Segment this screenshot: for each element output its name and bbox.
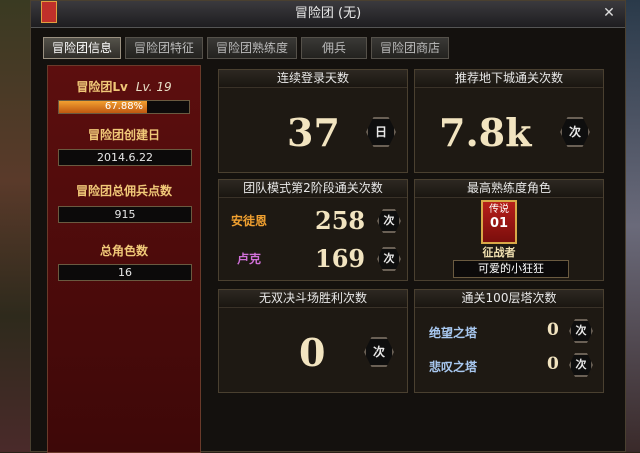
character-count-value: 16 xyxy=(58,264,192,281)
created-date-value: 2014.6.22 xyxy=(58,149,192,166)
luke-label: 卢克 xyxy=(237,252,262,266)
login-days-card: 连续登录天数 37 日 xyxy=(218,69,408,173)
tab-mercenary[interactable]: 佣兵 xyxy=(301,37,368,59)
dungeon-clears-title: 推荐地下城通关次数 xyxy=(415,70,603,88)
tab-bar: 冒险团信息 冒险团特征 冒险团熟练度 佣兵 冒险团商店 xyxy=(43,37,453,59)
team-level-label: 冒险团Lv xyxy=(76,80,128,94)
anton-label: 安徒恩 xyxy=(231,214,268,228)
legend-rank-badge: 传说 01 xyxy=(481,200,517,244)
exp-progress-bar: 67.88% xyxy=(58,100,190,114)
tower-clears-title: 通关100层塔次数 xyxy=(415,290,603,308)
badge-tier-label: 传说 xyxy=(489,204,509,215)
dungeon-clears-card: 推荐地下城通关次数 7.8k 次 xyxy=(414,69,604,173)
tab-team-proficiency[interactable]: 冒险团熟练度 xyxy=(207,37,298,59)
count-unit-icon: 次 xyxy=(569,353,593,377)
adventure-team-window: 冒险团 (无) ✕ 冒险团信息 冒险团特征 冒险团熟练度 佣兵 冒险团商店 冒险… xyxy=(30,0,626,453)
arena-wins-title: 无双决斗场胜利次数 xyxy=(219,290,407,308)
tab-team-shop[interactable]: 冒险团商店 xyxy=(371,37,450,59)
tower-clears-card: 通关100层塔次数 绝望之塔 0 次 悲叹之塔 0 次 xyxy=(414,289,604,393)
top-character-title: 最高熟练度角色 xyxy=(415,180,603,198)
character-name: 可爱的小狂狂 xyxy=(453,260,569,278)
close-icon[interactable]: ✕ xyxy=(601,5,617,21)
tab-team-traits[interactable]: 冒险团特征 xyxy=(125,37,204,59)
luke-clears-value: 169 xyxy=(315,244,366,273)
count-unit-icon: 次 xyxy=(560,117,590,147)
count-unit-icon: 次 xyxy=(569,319,593,343)
lament-tower-value: 0 xyxy=(547,354,559,374)
team-level-value: Lv. 19 xyxy=(135,80,172,94)
created-date-label: 冒险团创建日 xyxy=(87,128,160,142)
count-unit-icon: 次 xyxy=(377,247,401,271)
day-unit-icon: 日 xyxy=(366,117,396,147)
team-mode-title: 团队模式第2阶段通关次数 xyxy=(219,180,407,198)
character-class: 征战者 xyxy=(482,246,516,259)
login-days-value: 37 xyxy=(287,110,340,155)
window-titlebar[interactable]: 冒险团 (无) ✕ xyxy=(31,1,625,28)
character-count-label: 总角色数 xyxy=(99,244,148,258)
dungeon-clears-value: 7.8k xyxy=(439,110,532,155)
window-title: 冒险团 (无) xyxy=(294,6,362,21)
anton-clears-value: 258 xyxy=(315,206,366,235)
exp-progress-text: 67.88% xyxy=(104,101,144,112)
login-days-title: 连续登录天数 xyxy=(219,70,407,88)
tab-team-info[interactable]: 冒险团信息 xyxy=(43,37,122,59)
count-unit-icon: 次 xyxy=(377,209,401,233)
team-summary-panel: 冒险团Lv Lv. 19 67.88% 冒险团创建日 2014.6.22 冒险团总… xyxy=(47,65,201,453)
team-mode-card: 团队模式第2阶段通关次数 安徒恩 258 次 卢克 169 次 xyxy=(218,179,408,281)
top-character-card: 最高熟练度角色 传说 01 征战者 可爱的小狂狂 xyxy=(414,179,604,281)
banner-icon xyxy=(41,1,57,23)
arena-wins-value: 0 xyxy=(299,330,326,375)
team-level-row: 冒险团Lv Lv. 19 xyxy=(48,78,200,95)
lament-tower-label: 悲叹之塔 xyxy=(429,360,478,374)
mercenary-points-label: 冒险团总佣兵点数 xyxy=(75,184,172,198)
badge-rank-number: 01 xyxy=(489,216,509,231)
count-unit-icon: 次 xyxy=(364,337,394,367)
arena-wins-card: 无双决斗场胜利次数 0 次 xyxy=(218,289,408,393)
despair-tower-label: 绝望之塔 xyxy=(429,326,478,340)
mercenary-points-value: 915 xyxy=(58,206,192,223)
despair-tower-value: 0 xyxy=(547,320,559,340)
